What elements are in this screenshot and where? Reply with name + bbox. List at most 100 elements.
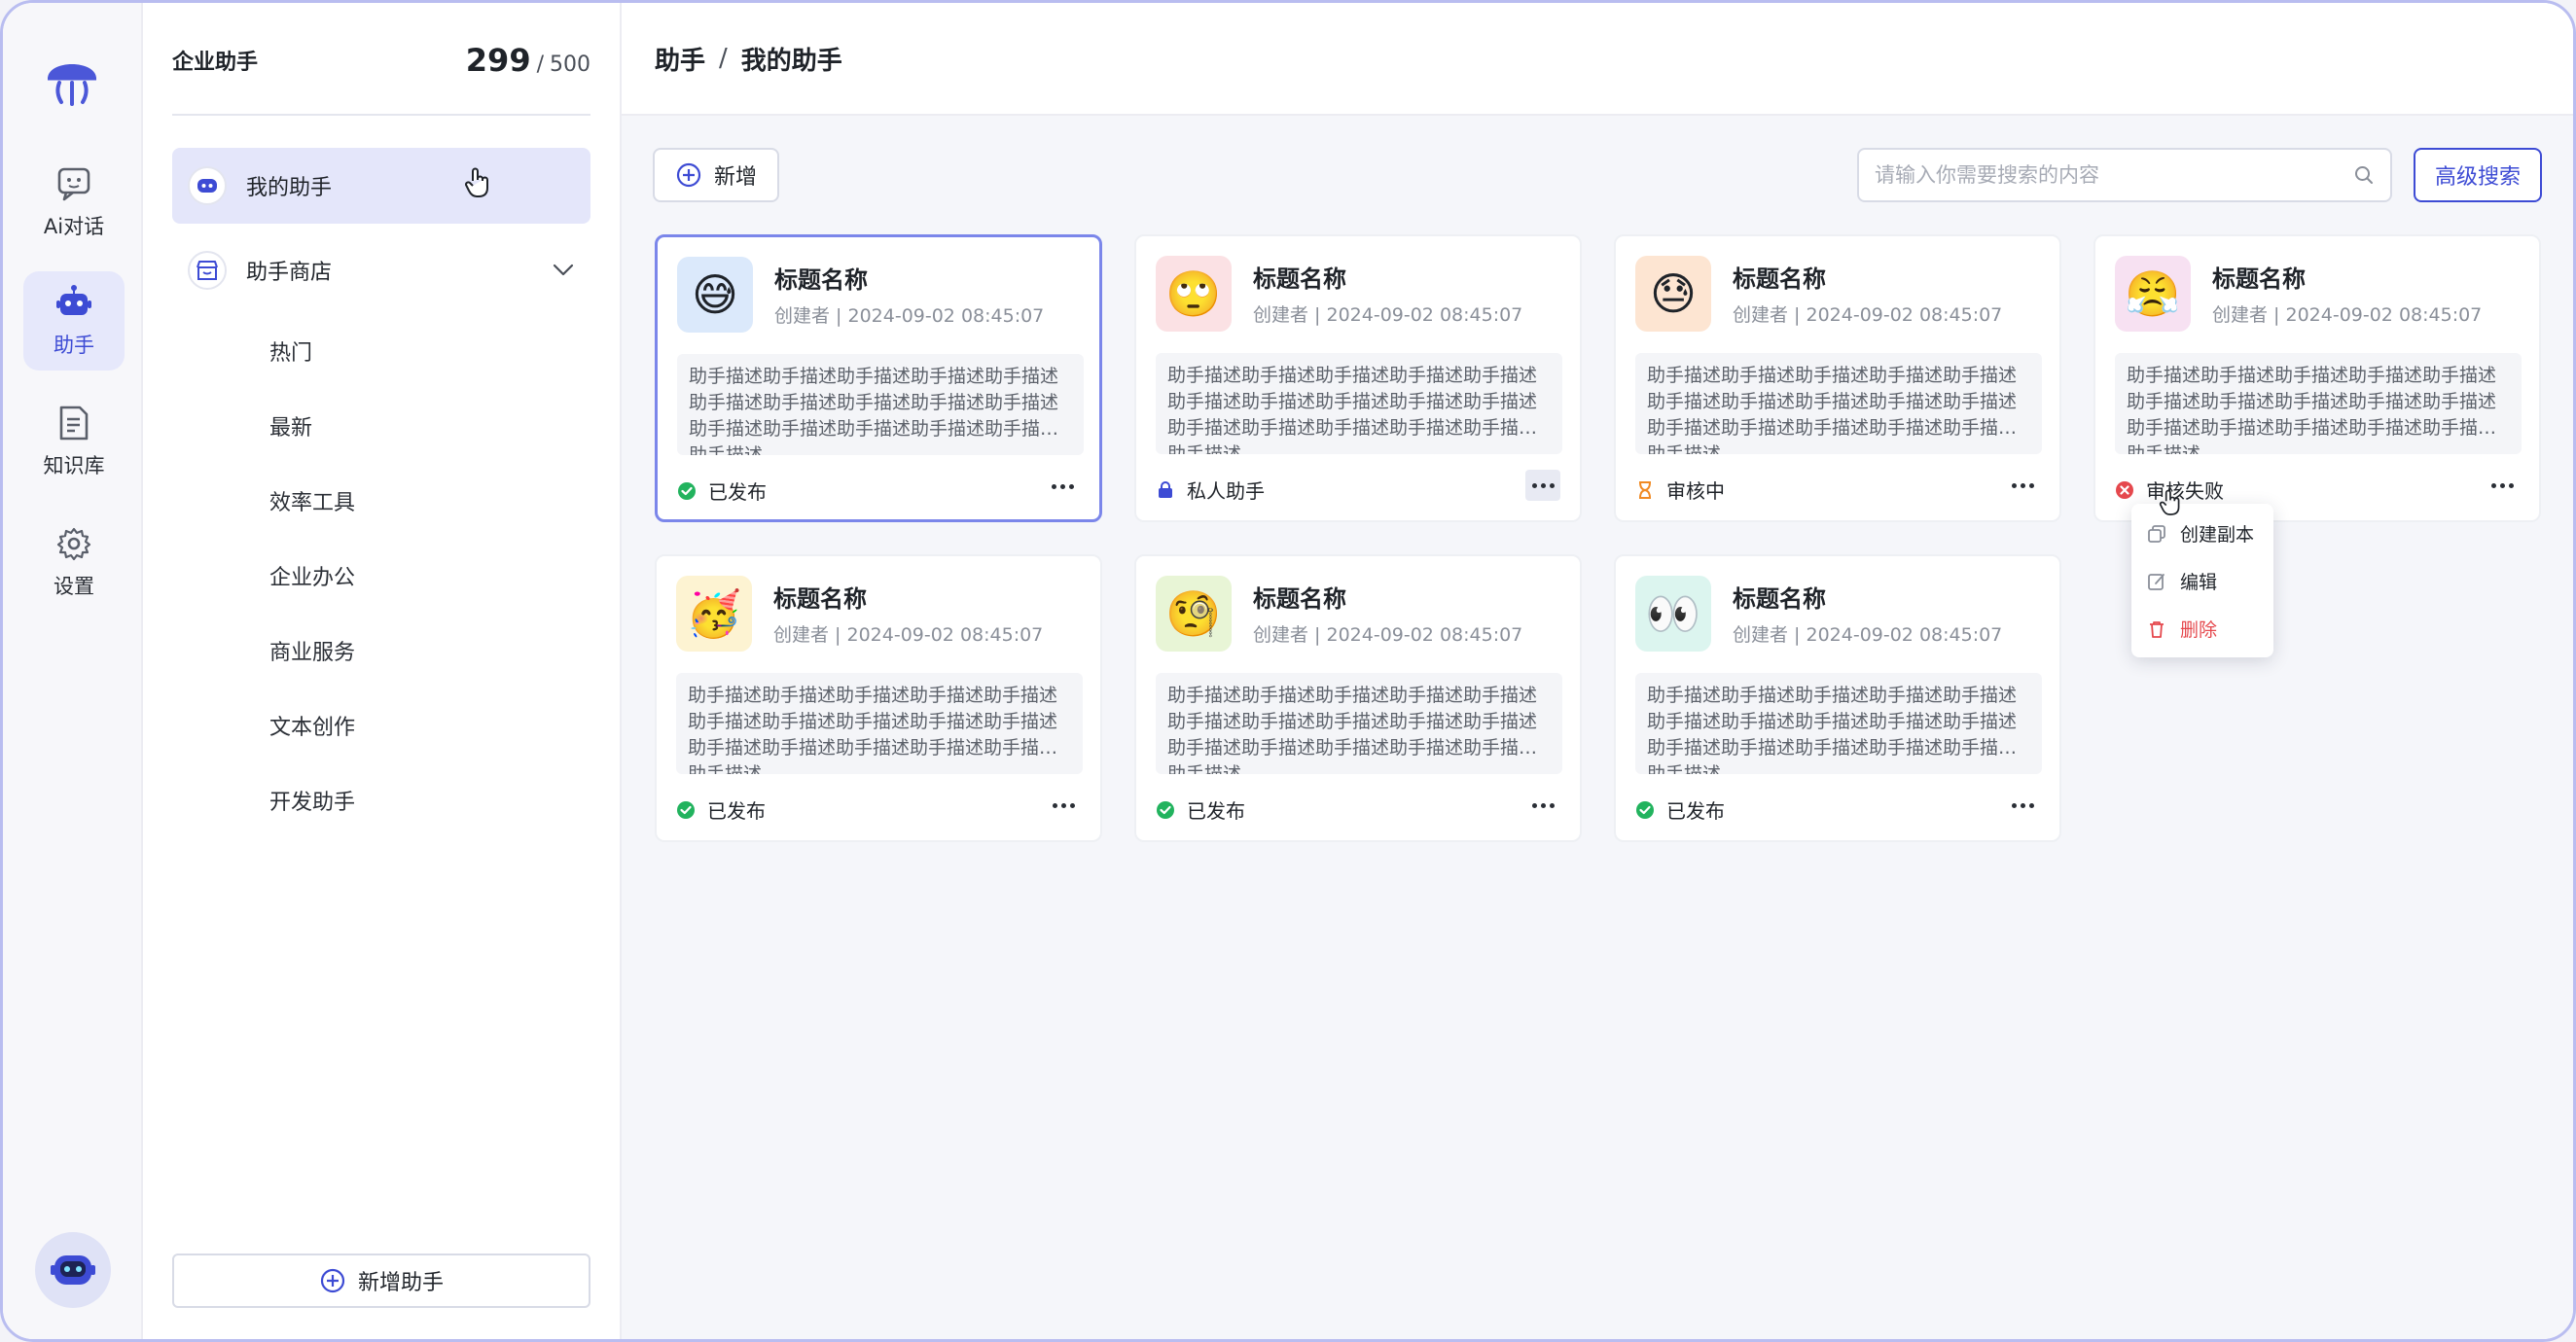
card-description: 助手描述助手描述助手描述助手描述助手描述助手描述助手描述助手描述助手描述助手描述… (2115, 353, 2522, 454)
store-item-business[interactable]: 商业服务 (172, 621, 590, 680)
status-badge: 私人助手 (1156, 476, 1265, 504)
card-description: 助手描述助手描述助手描述助手描述助手描述助手描述助手描述助手描述助手描述助手描述… (676, 673, 1083, 774)
assistant-card[interactable]: 🧐 标题名称创建者 | 2024-09-02 08:45:07 助手描述助手描述助手… (1134, 554, 1582, 842)
search-icon[interactable] (2353, 164, 2375, 186)
assistant-emoji-avatar: 😅 (677, 257, 753, 333)
card-meta: 创建者 | 2024-09-02 08:45:07 (1733, 304, 2003, 326)
hand-cursor-icon (464, 167, 491, 202)
store-item-latest[interactable]: 最新 (172, 397, 590, 455)
ellipsis-icon (2011, 482, 2034, 488)
icon-rail: Ai对话 助手 知识库 设置 (3, 3, 143, 1339)
card-title: 标题名称 (773, 585, 867, 613)
status-label: 已发布 (708, 480, 767, 504)
card-description: 助手描述助手描述助手描述助手描述助手描述助手描述助手描述助手描述助手描述助手描述… (1635, 353, 2042, 454)
gear-icon (54, 524, 93, 563)
menu-item-copy[interactable]: 创建副本 (2131, 510, 2273, 557)
rail-item-ai-chat[interactable]: Ai对话 (23, 153, 125, 252)
quota-used: 299 (465, 42, 531, 79)
breadcrumb-item[interactable]: 助手 (655, 41, 705, 77)
assistant-card[interactable]: 🙄 标题名称 创建者 | 2024-09-02 08:45:07 助手描述助手描述助手… (1134, 234, 1582, 522)
hand-cursor-icon (2159, 489, 2182, 520)
new-button[interactable]: 新增 (653, 148, 779, 202)
assistant-emoji-avatar: 😤 (2115, 256, 2191, 332)
nav-assistant-store[interactable]: 助手商店 (172, 232, 590, 308)
menu-label: 删除 (2180, 619, 2218, 641)
assistant-sidebar: 企业助手 299 / 500 我的助手 助手商店 热门 最新 效率工具 企业办公… (143, 3, 622, 1339)
card-description: 助手描述助手描述助手描述助手描述助手描述助手描述助手描述助手描述助手描述助手描述… (1156, 673, 1562, 774)
status-label: 审核中 (1666, 479, 1725, 503)
card-title: 标题名称 (774, 266, 868, 294)
store-item-office[interactable]: 企业办公 (172, 547, 590, 605)
search-input[interactable] (1875, 163, 2353, 187)
assistant-card[interactable]: 😅 标题名称创建者 | 2024-09-02 08:45:07 助手描述助手描述助手… (655, 234, 1102, 522)
rail-item-assistant[interactable]: 助手 (23, 271, 125, 371)
ellipsis-icon (1051, 483, 1074, 489)
quota-total: 500 (550, 53, 590, 77)
menu-item-edit[interactable]: 编辑 (2131, 557, 2273, 605)
more-options-button[interactable] (2005, 470, 2040, 501)
card-title: 标题名称 (1253, 585, 1346, 613)
app-window: Ai对话 助手 知识库 设置 企业助手 299 / 500 我的助手 助手商店 … (0, 0, 2576, 1342)
menu-label: 创建副本 (2180, 524, 2255, 546)
check-circle-icon (1635, 800, 1655, 820)
status-badge: 已发布 (677, 477, 767, 505)
rail-label: 设置 (54, 575, 94, 598)
check-circle-icon (676, 800, 696, 820)
assistant-card[interactable]: 👀 标题名称 创建者 | 2024-09-02 08:45:07 助手描述助手描述助手… (1614, 554, 2061, 842)
card-title: 标题名称 (1733, 265, 1826, 293)
menu-item-delete[interactable]: 删除 (2131, 605, 2273, 653)
more-options-button[interactable] (2485, 470, 2520, 501)
card-actions-menu: 创建副本 编辑 删除 (2131, 504, 2273, 657)
more-options-button[interactable] (1045, 471, 1080, 502)
ellipsis-icon (2011, 802, 2034, 808)
sidebar-header: 企业助手 299 / 500 (172, 38, 590, 83)
ellipsis-icon (1531, 482, 1555, 488)
edit-icon (2148, 573, 2165, 590)
rail-item-knowledge-base[interactable]: 知识库 (23, 392, 125, 491)
assistant-card[interactable]: 😓 标题名称 创建者 | 2024-09-02 08:45:07 助手描述助手描述助手… (1614, 234, 2061, 522)
card-title: 标题名称 (1253, 265, 1346, 293)
rail-item-settings[interactable]: 设置 (23, 512, 125, 612)
copy-icon (2148, 524, 2165, 543)
nav-my-assistant[interactable]: 我的助手 (172, 148, 590, 224)
card-meta: 创建者 | 2024-09-02 08:45:07 (1733, 624, 2003, 646)
more-options-button[interactable] (2005, 790, 2040, 821)
status-badge: 审核中 (1635, 476, 1725, 504)
emoji-icon: 😅 (692, 268, 738, 321)
more-options-button[interactable] (1046, 790, 1081, 821)
store-item-writing[interactable]: 文本创作 (172, 696, 590, 755)
store-item-hot[interactable]: 热门 (172, 322, 590, 380)
check-circle-icon (1156, 800, 1175, 820)
card-description: 助手描述助手描述助手描述助手描述助手描述助手描述助手描述助手描述助手描述助手描述… (677, 354, 1084, 455)
ellipsis-icon (1531, 802, 1555, 808)
assistant-emoji-avatar: 🧐 (1156, 576, 1232, 652)
status-label: 审核失败 (2146, 479, 2224, 503)
store-item-dev[interactable]: 开发助手 (172, 771, 590, 830)
store-item-efficiency[interactable]: 效率工具 (172, 472, 590, 530)
emoji-icon: 👀 (1645, 586, 1701, 640)
chevron-down-icon[interactable] (552, 258, 575, 285)
more-options-button[interactable] (1525, 790, 1560, 821)
ellipsis-icon (1052, 802, 1075, 808)
user-avatar[interactable] (35, 1232, 111, 1308)
card-meta: 创建者 | 2024-09-02 08:45:07 (1253, 624, 1523, 646)
more-options-button[interactable] (1525, 470, 1560, 501)
status-label: 私人助手 (1187, 479, 1265, 503)
add-assistant-button[interactable]: 新增助手 (172, 1254, 590, 1308)
card-title: 标题名称 (1733, 585, 1826, 613)
advanced-search-button[interactable]: 高级搜索 (2414, 148, 2542, 202)
check-circle-icon (677, 481, 697, 501)
sidebar-title: 企业助手 (172, 51, 259, 75)
plus-circle-icon (320, 1268, 345, 1293)
breadcrumb-separator: / (719, 44, 728, 73)
emoji-icon: 🙄 (1165, 266, 1222, 320)
store-icon (188, 251, 227, 290)
assistant-emoji-avatar: 🙄 (1156, 256, 1232, 332)
card-meta: 创建者 | 2024-09-02 08:45:07 (774, 305, 1045, 327)
add-assistant-label: 新增助手 (357, 1271, 444, 1295)
menu-label: 编辑 (2180, 572, 2218, 593)
assistant-card[interactable]: 😤 标题名称 创建者 | 2024-09-02 08:45:07 助手描述助手描述助手… (2093, 234, 2541, 522)
trash-icon (2150, 620, 2164, 638)
assistant-card[interactable]: 🥳 标题名称 创建者 | 2024-09-02 08:45:07 助手描述助手描述助手… (655, 554, 1102, 842)
quota-counter: 299 / 500 (466, 42, 590, 79)
